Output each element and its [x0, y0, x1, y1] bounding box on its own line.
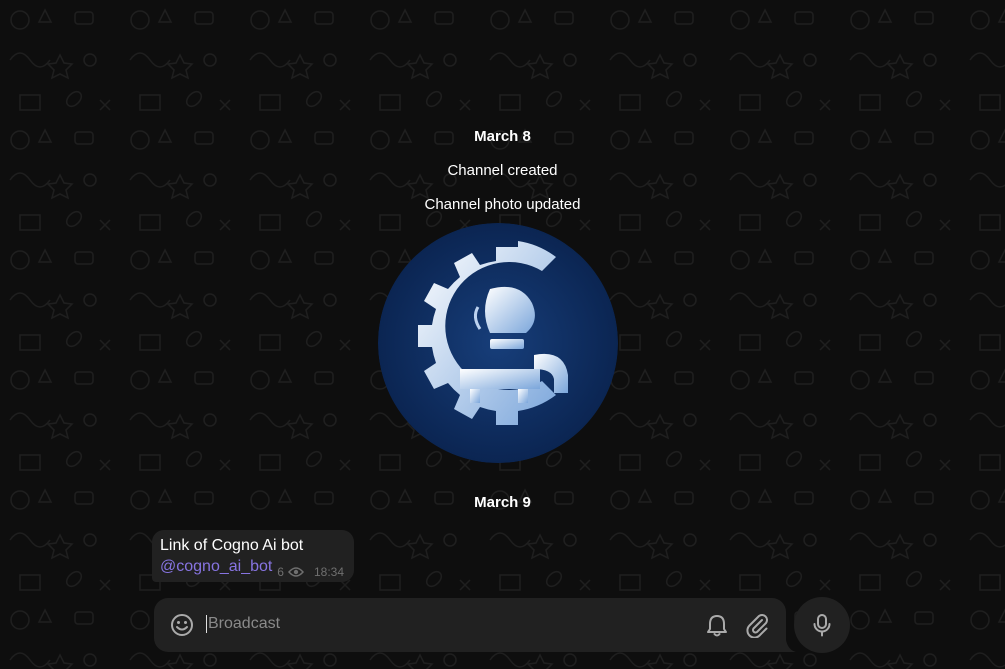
message-meta: 6 18:34 — [277, 565, 344, 579]
date-label: March 8 — [474, 128, 531, 145]
date-separator: March 8 — [0, 126, 1005, 147]
text-caret — [206, 615, 207, 633]
bell-icon[interactable] — [704, 612, 730, 638]
date-label: March 9 — [474, 494, 531, 511]
eye-icon — [287, 567, 304, 577]
microphone-icon — [813, 614, 831, 637]
smile-icon[interactable] — [169, 612, 195, 638]
service-text: Channel created — [447, 162, 558, 179]
broadcast-placeholder: Broadcast — [208, 615, 281, 632]
message-composer: Broadcast — [154, 598, 786, 652]
date-separator: March 9 — [0, 492, 1005, 513]
message-bubble[interactable]: Link of Cogno Ai bot @cogno_ai_bot 6 18:… — [152, 530, 354, 582]
service-message-photo: Channel photo updated — [0, 194, 1005, 215]
bot-username-link[interactable]: @cogno_ai_bot — [160, 558, 272, 576]
service-message-created: Channel created — [0, 160, 1005, 181]
message-time: 18:34 — [313, 565, 344, 579]
message-text: Link of Cogno Ai bot — [160, 537, 304, 554]
service-text: Channel photo updated — [424, 196, 581, 213]
composer-tail — [786, 640, 796, 652]
paperclip-icon[interactable] — [744, 612, 770, 638]
microphone-button[interactable] — [794, 597, 850, 653]
view-count: 6 — [277, 565, 284, 579]
channel-photo[interactable] — [378, 223, 618, 463]
cogno-logo-icon — [378, 223, 618, 463]
broadcast-input[interactable]: Broadcast — [206, 615, 280, 633]
